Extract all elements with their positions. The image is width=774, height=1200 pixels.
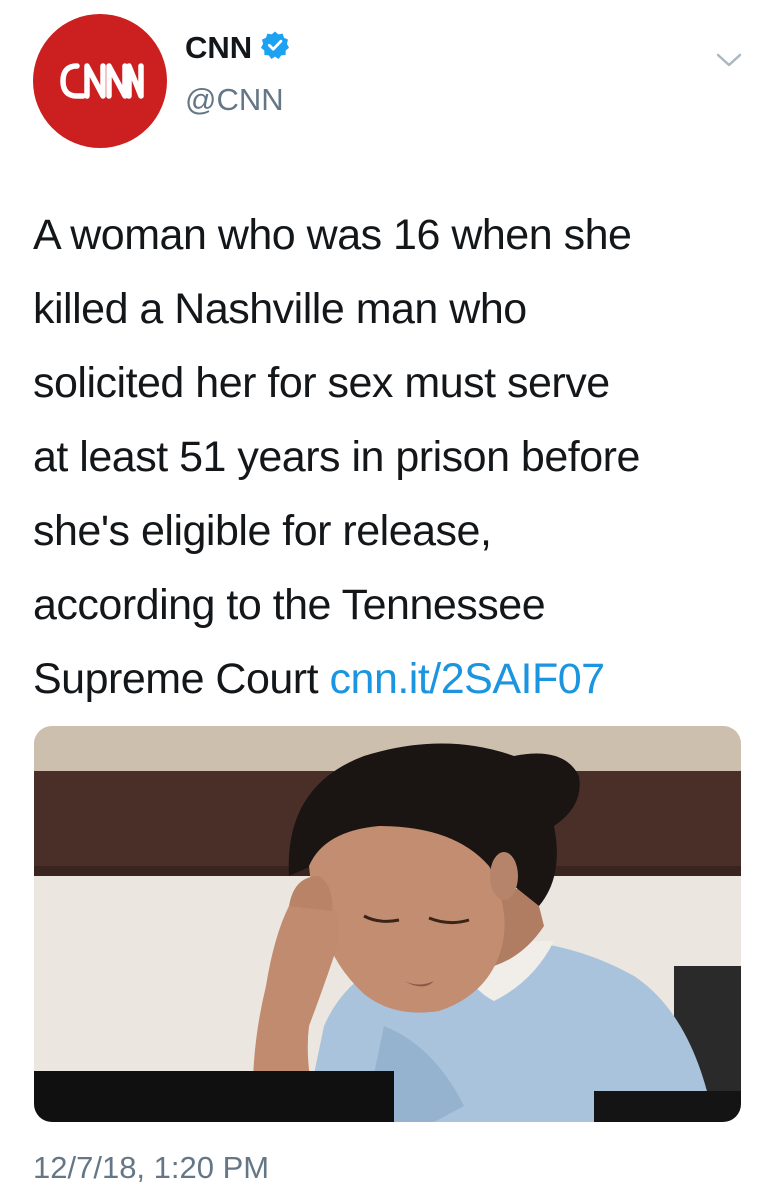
tweet-last-line: Supreme Court cnn.it/2SAIF07 bbox=[33, 642, 753, 716]
verified-badge-icon bbox=[260, 30, 290, 65]
tweet-line-text: Supreme Court bbox=[33, 655, 330, 703]
tweet-line: A woman who was 16 when she bbox=[33, 211, 632, 259]
tweet-line: killed a Nashville man who bbox=[33, 285, 527, 333]
tweet-line: according to the Tennessee bbox=[33, 581, 546, 629]
tweet-text: A woman who was 16 when she killed a Nas… bbox=[33, 198, 753, 716]
author-handle[interactable]: @CNN bbox=[185, 84, 284, 115]
tweet-line: at least 51 years in prison before bbox=[33, 433, 640, 481]
tweet-line: she's eligible for release, bbox=[33, 507, 492, 555]
tweet-link[interactable]: cnn.it/2SAIF07 bbox=[330, 655, 606, 703]
tweet-photo[interactable] bbox=[34, 726, 741, 1122]
cnn-logo-icon bbox=[60, 63, 144, 99]
author-name-row[interactable]: CNN bbox=[185, 30, 290, 65]
avatar[interactable] bbox=[33, 14, 167, 148]
chevron-down-icon[interactable] bbox=[716, 50, 742, 70]
tweet-timestamp[interactable]: 12/7/18, 1:20 PM bbox=[33, 1152, 269, 1183]
display-name[interactable]: CNN bbox=[185, 32, 252, 63]
tweet-line: solicited her for sex must serve bbox=[33, 359, 610, 407]
